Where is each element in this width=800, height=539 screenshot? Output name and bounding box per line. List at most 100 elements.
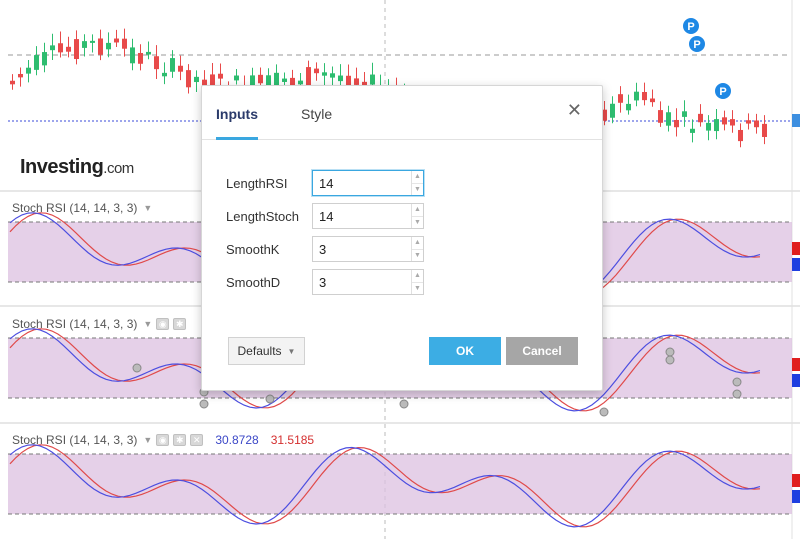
candle-body (330, 73, 335, 78)
k-scale-tag (792, 490, 800, 503)
smooth-d-label: SmoothD (226, 274, 281, 290)
candle-body (146, 51, 151, 55)
chevron-up-icon[interactable]: ▲ (412, 237, 423, 249)
cross-marker (265, 394, 275, 404)
length-stoch-label: LengthStoch (226, 208, 300, 224)
candle-body (74, 39, 79, 60)
candle-body (722, 117, 727, 125)
stepper-arrows[interactable]: ▲ ▼ (411, 237, 423, 261)
candle-body (666, 112, 671, 126)
candle-body (58, 43, 63, 53)
indicator-title: Stoch RSI (14, 14, 3, 3) (12, 201, 138, 215)
indicator-legend-pane-2[interactable]: Stoch RSI (14, 14, 3, 3) ▼ ◉ ✱ (12, 317, 187, 331)
candle-body (682, 111, 687, 117)
chevron-up-icon[interactable]: ▲ (412, 204, 423, 216)
candle-body (130, 47, 135, 64)
candle-body (10, 80, 15, 85)
candle-body (322, 72, 327, 76)
chevron-down-icon[interactable]: ▼ (412, 249, 423, 260)
smooth-d-stepper[interactable]: ▲ ▼ (312, 269, 424, 295)
ok-button[interactable]: OK (429, 337, 501, 365)
event-marker-1[interactable]: P (682, 17, 700, 35)
candle-body (306, 67, 311, 87)
smooth-k-stepper[interactable]: ▲ ▼ (312, 236, 424, 262)
chevron-up-icon[interactable]: ▲ (412, 270, 423, 282)
candle-body (658, 110, 663, 123)
remove-icon[interactable]: ✕ (190, 434, 204, 446)
cross-marker (665, 355, 675, 365)
candle-body (746, 120, 751, 124)
candle-body (730, 119, 735, 126)
chevron-down-icon[interactable]: ▼ (412, 183, 423, 194)
chevron-up-icon[interactable]: ▲ (412, 171, 423, 183)
candle-body (714, 119, 719, 132)
candle-body (138, 52, 143, 64)
stoch-band-fill (8, 454, 792, 514)
candle-body (626, 103, 631, 111)
logo-main-text: Investing (20, 156, 104, 178)
candle-body (610, 103, 615, 118)
tab-style[interactable]: Style (301, 106, 332, 122)
k-scale-tag (792, 258, 800, 271)
candle-body (650, 98, 655, 103)
defaults-dropdown-button[interactable]: Defaults ▼ (228, 337, 305, 365)
field-row-smooth-d: SmoothD ▲ ▼ (226, 269, 424, 295)
candle-body (690, 128, 695, 133)
chevron-down-icon[interactable]: ▼ (143, 203, 152, 213)
stoch-d-value: 31.5185 (270, 433, 315, 447)
stepper-arrows[interactable]: ▲ ▼ (411, 270, 423, 294)
candle-body (98, 38, 103, 55)
candle-body (314, 68, 319, 74)
chevron-down-icon[interactable]: ▼ (143, 319, 152, 329)
candle-body (170, 58, 175, 72)
candle-body (234, 75, 239, 81)
candle-body (162, 72, 167, 77)
candle-body (754, 120, 759, 128)
gear-icon[interactable]: ✱ (173, 434, 187, 446)
candle-body (66, 46, 71, 52)
candle-body (50, 45, 55, 51)
candle-body (186, 70, 191, 88)
candle-body (354, 78, 359, 85)
candle-body (194, 76, 199, 83)
eye-icon[interactable]: ◉ (156, 434, 170, 446)
length-stoch-stepper[interactable]: ▲ ▼ (312, 203, 424, 229)
field-row-length-rsi: LengthRSI ▲ ▼ (226, 170, 424, 196)
smooth-d-input[interactable] (313, 270, 411, 294)
length-rsi-input[interactable] (313, 171, 411, 195)
d-scale-tag (792, 358, 800, 371)
d-scale-tag (792, 242, 800, 255)
stepper-arrows[interactable]: ▲ ▼ (411, 204, 423, 228)
gear-icon[interactable]: ✱ (173, 318, 187, 330)
investing-logo: Investing.com (20, 156, 134, 179)
chevron-down-icon[interactable]: ▼ (412, 216, 423, 227)
close-icon[interactable]: ✕ (567, 100, 582, 121)
candle-body (106, 42, 111, 50)
cross-marker (732, 389, 742, 399)
stepper-arrows[interactable]: ▲ ▼ (411, 171, 423, 195)
candle-body (338, 75, 343, 82)
cross-marker (732, 377, 742, 387)
defaults-label: Defaults (237, 344, 282, 358)
cross-marker (399, 399, 409, 409)
candle-body (26, 67, 31, 74)
indicator-title: Stoch RSI (14, 14, 3, 3) (12, 317, 138, 331)
event-marker-2[interactable]: P (688, 35, 706, 53)
smooth-k-input[interactable] (313, 237, 411, 261)
cancel-button[interactable]: Cancel (506, 337, 578, 365)
candle-body (618, 94, 623, 103)
event-marker-3[interactable]: P (714, 82, 732, 100)
cross-marker (599, 407, 609, 417)
length-stoch-input[interactable] (313, 204, 411, 228)
tab-inputs[interactable]: Inputs (216, 106, 258, 122)
chevron-down-icon[interactable]: ▼ (412, 282, 423, 293)
candle-body (674, 119, 679, 128)
length-rsi-stepper[interactable]: ▲ ▼ (312, 170, 424, 196)
indicator-legend-pane-3[interactable]: Stoch RSI (14, 14, 3, 3) ▼ ◉ ✱ ✕ 30.8728 … (12, 433, 314, 447)
cross-marker (199, 399, 209, 409)
eye-icon[interactable]: ◉ (156, 318, 170, 330)
smooth-k-label: SmoothK (226, 241, 280, 257)
chevron-down-icon[interactable]: ▼ (143, 435, 152, 445)
indicator-legend-pane-1[interactable]: Stoch RSI (14, 14, 3, 3) ▼ (12, 201, 152, 215)
candle-body (258, 74, 263, 84)
